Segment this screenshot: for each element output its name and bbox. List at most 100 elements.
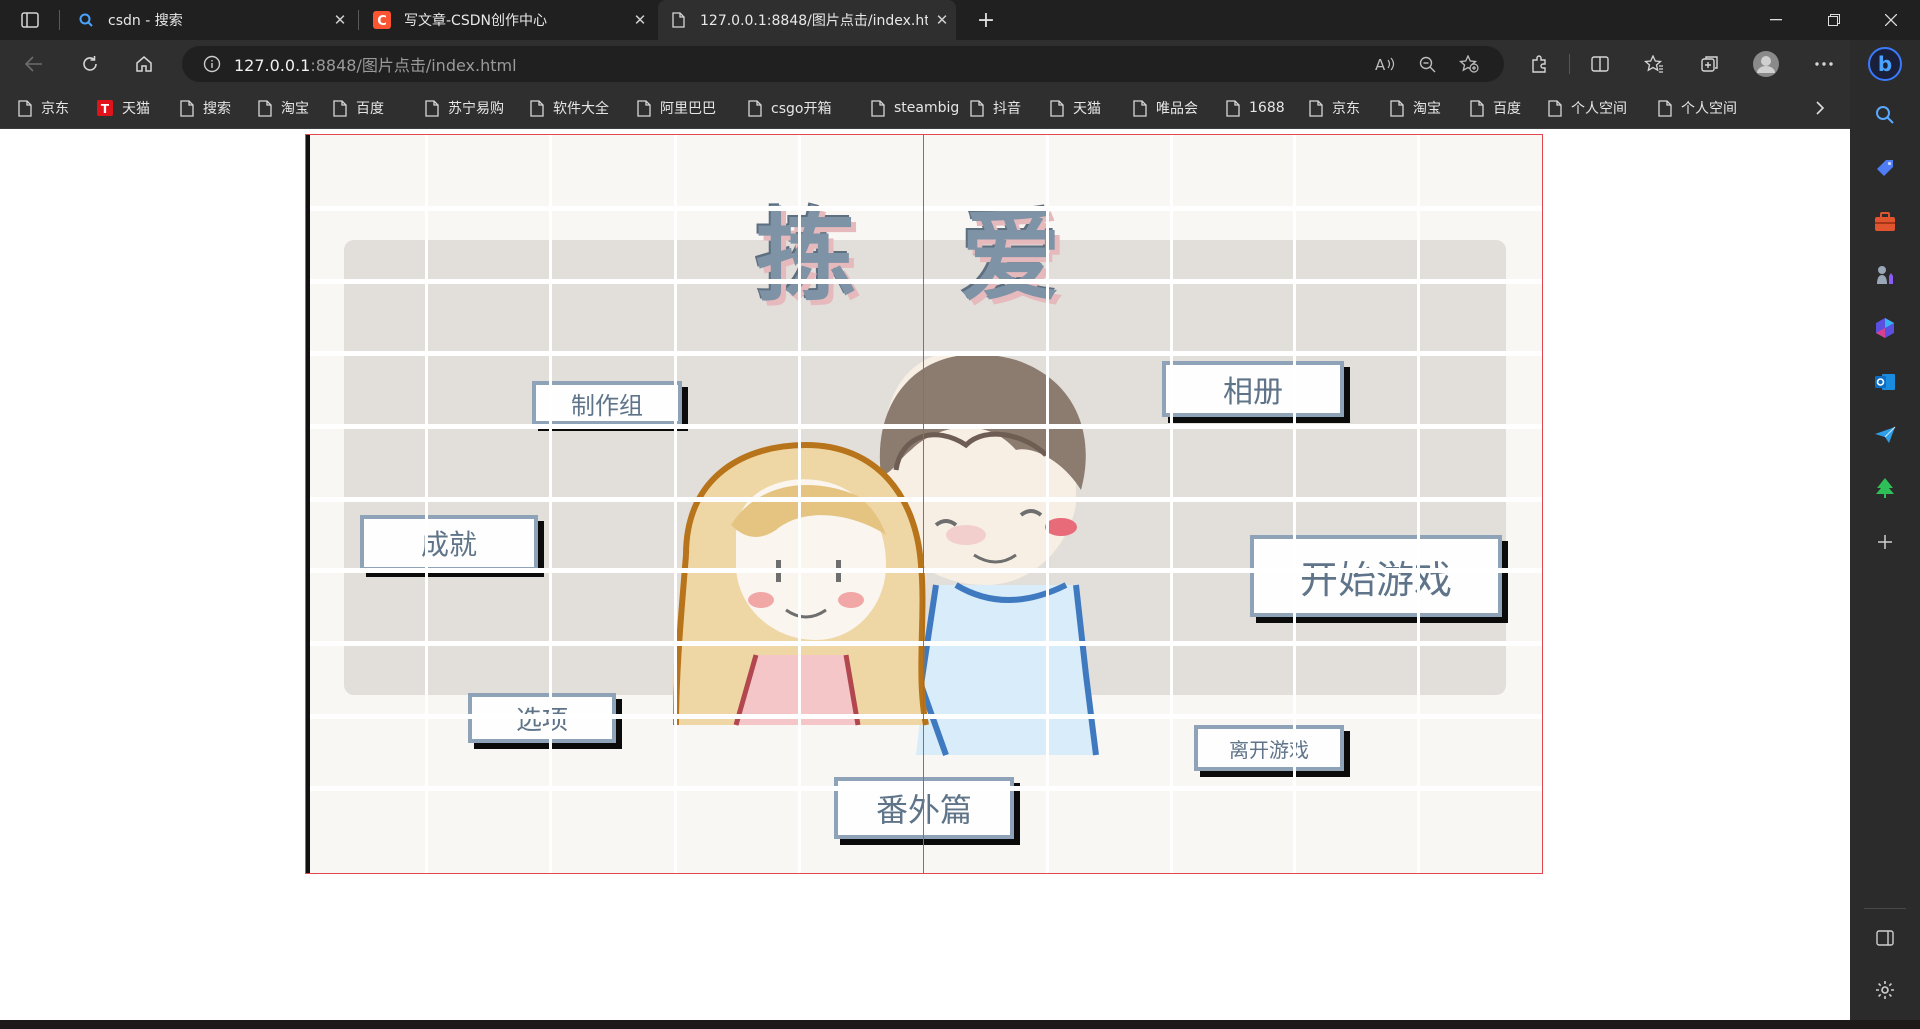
bookmark-item[interactable]: 软件大全 [530,88,609,128]
tab-separator [358,10,359,30]
grid-line-horizontal [306,786,1542,791]
csdn-logo-icon: C [372,11,392,29]
bookmark-label: 个人空间 [1571,101,1627,117]
achievements-button[interactable]: 成就 [360,515,538,571]
favorites-icon[interactable] [1634,40,1674,88]
add-icon[interactable] [1850,522,1920,562]
bookmark-item[interactable]: 阿里巴巴 [637,88,716,128]
page-icon [668,12,688,28]
bookmark-label: 淘宝 [281,101,309,117]
more-options-icon[interactable] [1804,40,1844,88]
tab-separator [59,10,60,30]
microsoft365-icon[interactable] [1850,308,1920,348]
url-text: 127.0.0.1:8848/图片点击/index.html [234,52,517,76]
start-game-button[interactable]: 开始游戏 [1250,535,1502,617]
bookmark-item[interactable]: 1688 [1226,88,1285,128]
bookmark-item[interactable]: 个人空间 [1658,88,1737,128]
chevron-right-icon[interactable] [1790,88,1850,128]
album-button[interactable]: 相册 [1162,361,1344,417]
tab-csdn-write[interactable]: C 写文章-CSDN创作中心 ✕ [362,0,654,40]
settings-gear-icon[interactable] [1850,970,1920,1010]
left-edge-line [306,135,310,873]
bookmark-item[interactable]: 百度 [1470,88,1521,128]
page-icon [1390,99,1404,117]
bookmark-label: 阿里巴巴 [660,101,716,117]
bookmark-item[interactable]: 苏宁易购 [425,88,504,128]
page-viewport: 拣 爱 制作组 相册 成就 开始游戏 选项 离开游戏 番外篇 [0,129,1850,1020]
bookmark-item[interactable]: csgo开箱 [748,88,831,128]
bookmark-label: 苏宁易购 [448,101,504,117]
couple-illustration [672,355,1099,757]
search-icon[interactable] [1850,95,1920,135]
site-info-icon[interactable] [200,55,224,73]
bookmark-item[interactable]: 淘宝 [1390,88,1441,128]
tree-icon[interactable] [1850,468,1920,508]
sidebar-panel-icon[interactable] [1850,918,1920,958]
bookmark-label: 抖音 [993,101,1021,117]
bing-copilot-icon[interactable]: b [1850,40,1920,88]
zoom-out-icon[interactable] [1410,46,1444,82]
staff-button[interactable]: 制作组 [532,381,682,425]
bookmark-item[interactable]: 京东 [1309,88,1360,128]
bookmark-item[interactable]: 抖音 [970,88,1021,128]
tab-csdn-search[interactable]: csdn - 搜索 ✕ [66,0,354,40]
outlook-icon[interactable] [1850,362,1920,402]
bookmark-item[interactable]: 搜索 [180,88,231,128]
bookmark-label: 百度 [1493,101,1521,117]
bookmark-item[interactable]: 百度 [333,88,384,128]
close-icon[interactable]: ✕ [626,11,654,29]
bookmark-item[interactable]: steambig [871,88,959,128]
bookmark-label: 京东 [41,101,69,117]
bookmark-label: 搜索 [203,101,231,117]
profile-avatar-icon[interactable] [1746,40,1786,88]
page-icon [748,99,762,117]
address-bar[interactable]: 127.0.0.1:8848/图片点击/index.html A [182,46,1504,82]
bookmark-label: 淘宝 [1413,101,1441,117]
url-host: 127.0.0.1 [234,56,311,75]
page-icon [180,99,194,117]
page-icon [425,99,439,117]
page-icon [871,99,885,117]
quit-game-button[interactable]: 离开游戏 [1194,725,1344,771]
bookmark-item[interactable]: 京东 [18,88,69,128]
shopping-tag-icon[interactable] [1850,148,1920,188]
bookmark-label: csgo开箱 [771,101,832,117]
close-icon[interactable]: ✕ [928,11,956,29]
tab-bar: csdn - 搜索 ✕ C 写文章-CSDN创作中心 ✕ 127.0.0.1:8… [0,0,1920,40]
bookmark-label: 京东 [1332,101,1360,117]
add-favorite-icon[interactable] [1452,46,1486,82]
home-icon[interactable] [124,40,164,88]
grid-line-vertical [1046,135,1049,873]
navigation-toolbar: 127.0.0.1:8848/图片点击/index.html A [0,40,1920,88]
bookmark-item[interactable]: 淘宝 [258,88,309,128]
bookmark-item[interactable]: 个人空间 [1548,88,1627,128]
page-icon [970,99,984,117]
tab-title: 127.0.0.1:8848/图片点击/index.ht [700,13,928,29]
tools-briefcase-icon[interactable] [1850,202,1920,242]
tab-index-html[interactable]: 127.0.0.1:8848/图片点击/index.ht ✕ [658,0,956,40]
grid-line-vertical [674,135,677,873]
bookmark-item[interactable]: 天猫 [1050,88,1101,128]
close-window-icon[interactable] [1862,0,1920,40]
grid-line-horizontal [306,279,1542,284]
new-tab-plus-icon[interactable]: + [966,0,1006,40]
tab-title: csdn - 搜索 [108,13,183,29]
bookmark-item[interactable]: T 天猫 [97,88,150,128]
split-screen-icon[interactable] [1580,40,1620,88]
restore-icon[interactable] [1805,0,1863,40]
extensions-icon[interactable] [1519,40,1559,88]
back-arrow-icon[interactable] [14,40,54,88]
taskbar-edge [0,1020,1920,1029]
refresh-icon[interactable] [70,40,110,88]
read-aloud-icon[interactable]: A [1368,46,1402,82]
page-icon [1470,99,1484,117]
collections-icon[interactable] [1690,40,1730,88]
send-paper-plane-icon[interactable] [1850,415,1920,455]
tab-title: 写文章-CSDN创作中心 [404,13,547,29]
close-icon[interactable]: ✕ [326,11,354,29]
minimize-icon[interactable] [1747,0,1805,40]
grid-line-horizontal [306,568,1542,573]
tab-actions-icon[interactable] [10,0,50,40]
games-chess-icon[interactable] [1850,255,1920,295]
bookmark-item[interactable]: 唯品会 [1133,88,1198,128]
